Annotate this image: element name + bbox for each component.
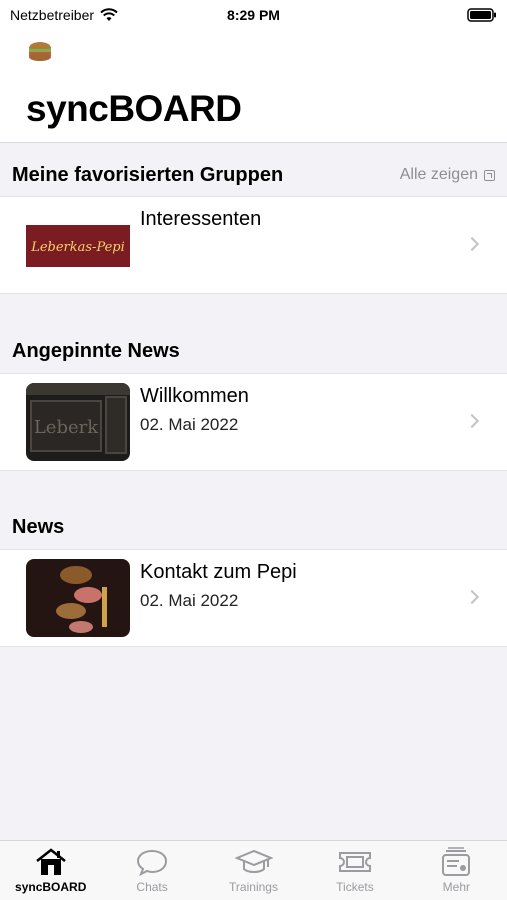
news-section-title: News: [12, 515, 65, 538]
svg-text:Leberkas-Pepi: Leberkas-Pepi: [30, 240, 125, 255]
status-left: Netzbetreiber: [10, 7, 190, 23]
tab-label: syncBOARD: [15, 880, 87, 894]
chevron-right-icon: [464, 236, 480, 252]
pinned-section-header: Angepinnte News: [0, 330, 507, 372]
status-bar: Netzbetreiber 8:29 PM: [0, 0, 507, 30]
tab-label: Tickets: [336, 880, 374, 894]
group-title: Interessenten: [140, 208, 262, 230]
favorites-title: Meine favorisierten Gruppen: [12, 163, 284, 186]
tab-label: Trainings: [229, 880, 278, 894]
show-all-label: Alle zeigen: [399, 166, 478, 183]
news-thumbnail: [26, 559, 130, 637]
favorites-section-header: Meine favorisierten Gruppen Alle zeigen: [0, 154, 507, 196]
chevron-right-icon: [464, 589, 480, 605]
news-row-kontakt[interactable]: Kontakt zum Pepi 02. Mai 2022: [0, 549, 507, 647]
show-all-button[interactable]: Alle zeigen: [400, 166, 495, 184]
page-title: syncBOARD: [26, 88, 242, 129]
chat-icon: [137, 849, 168, 877]
news-date: 02. Mai 2022: [140, 415, 239, 434]
tab-mehr[interactable]: Mehr: [406, 841, 507, 900]
graduation-cap-icon: [234, 849, 273, 873]
leberkas-pepi-logo: Leberkas-Pepi: [26, 225, 130, 267]
carrier-label: Netzbetreiber: [10, 7, 95, 23]
tab-trainings[interactable]: Trainings: [203, 841, 304, 900]
news-thumbnail: Leberk: [26, 383, 130, 461]
news-section-header: News: [0, 506, 507, 548]
chevron-right-icon: [464, 413, 480, 429]
tab-tickets[interactable]: Tickets: [304, 841, 405, 900]
leberkas-logo-icon[interactable]: [26, 40, 54, 64]
battery-icon: [467, 8, 496, 22]
more-icon: [442, 847, 471, 876]
status-right: [317, 8, 497, 22]
group-row-interessenten[interactable]: Leberkas-Pepi Interessenten: [0, 196, 507, 294]
home-icon: [35, 848, 66, 875]
pinned-title: Angepinnte News: [12, 339, 180, 362]
tab-chats[interactable]: Chats: [101, 841, 202, 900]
news-date: 02. Mai 2022: [140, 591, 239, 610]
header: syncBOARD: [0, 30, 507, 143]
tab-label: Chats: [136, 880, 168, 894]
ticket-icon: [338, 852, 371, 872]
tab-bar: syncBOARD Chats Trainings Tickets Mehr: [0, 840, 507, 900]
news-row-willkommen[interactable]: Leberk Willkommen 02. Mai 2022: [0, 373, 507, 471]
svg-text:Leberk: Leberk: [34, 417, 99, 438]
news-title: Kontakt zum Pepi: [140, 561, 297, 583]
status-time: 8:29 PM: [227, 7, 280, 23]
news-title: Willkommen: [140, 385, 249, 407]
tab-syncboard[interactable]: syncBOARD: [0, 841, 101, 900]
external-link-icon: [484, 169, 495, 181]
tab-label: Mehr: [442, 880, 470, 894]
wifi-icon: [100, 8, 118, 21]
